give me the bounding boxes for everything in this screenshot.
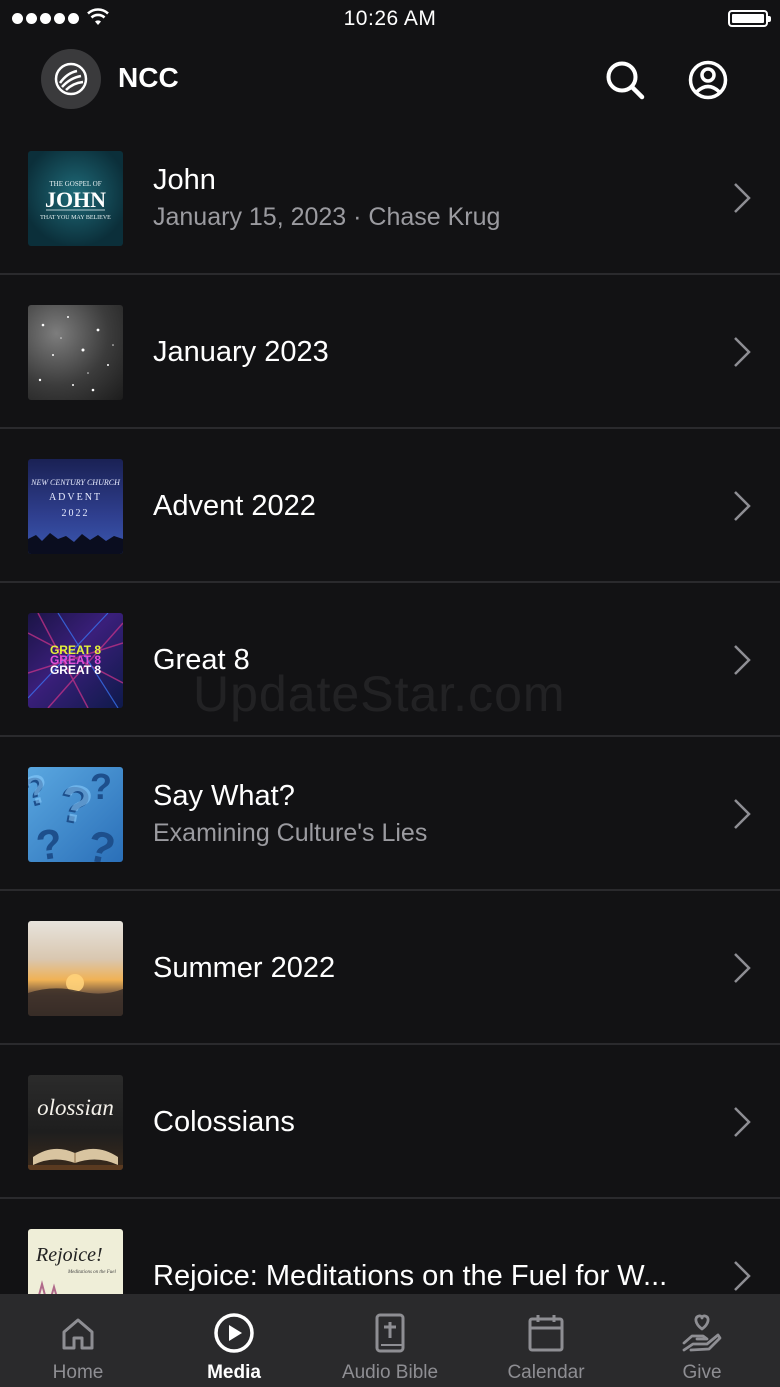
list-item[interactable]: January 2023 — [0, 275, 780, 429]
series-title: Rejoice: Meditations on the Fuel for W..… — [153, 1259, 668, 1292]
svg-text:?: ? — [28, 767, 54, 815]
series-subtitle: January 15, 2023 · Chase Krug — [153, 203, 501, 231]
list-item[interactable]: ? ? ? ? ? ? ? Say What? Examining Cultur… — [0, 737, 780, 891]
thumb-text: JOHN — [45, 187, 106, 212]
tab-home[interactable]: Home — [0, 1294, 156, 1387]
church-logo[interactable] — [41, 49, 101, 109]
calendar-icon — [528, 1315, 564, 1352]
chevron-right-icon — [734, 799, 751, 829]
bible-icon — [375, 1313, 405, 1353]
tab-give[interactable]: Give — [624, 1294, 780, 1387]
series-subtitle: Examining Culture's Lies — [153, 819, 428, 847]
thumb-text: NEW CENTURY CHURCH — [30, 478, 121, 487]
series-title: January 2023 — [153, 335, 329, 368]
thumb-text: THAT YOU MAY BELIEVE — [40, 215, 111, 221]
series-title: Summer 2022 — [153, 951, 336, 984]
list-item[interactable]: Summer 2022 — [0, 891, 780, 1045]
chevron-right-icon — [734, 1261, 751, 1291]
thumb-text: Meditations on the Fuel — [67, 1270, 117, 1275]
tab-media[interactable]: Media — [156, 1294, 312, 1387]
series-title: Advent 2022 — [153, 489, 316, 522]
battery-icon — [728, 10, 771, 27]
thumb-text: Rejoice! — [35, 1244, 103, 1266]
list-item[interactable]: GREAT 8 GREAT 8 GREAT 8 Great 8 — [0, 583, 780, 737]
series-thumbnail: NEW CENTURY CHURCH ADVENT 2022 — [28, 459, 123, 554]
logo-icon — [54, 62, 88, 96]
chevron-right-icon — [734, 953, 751, 983]
search-button[interactable] — [601, 56, 649, 104]
series-thumbnail: olossian — [28, 1075, 123, 1170]
status-time: 10:26 AM — [343, 7, 437, 30]
media-series-list: THE GOSPEL OF JOHN THAT YOU MAY BELIEVE … — [0, 121, 780, 1353]
chevron-right-icon — [734, 337, 751, 367]
tab-label: Calendar — [507, 1362, 585, 1383]
series-thumbnail — [28, 305, 123, 400]
list-item[interactable]: olossian Colossians — [0, 1045, 780, 1199]
thumb-text: 2022 — [62, 508, 90, 519]
tab-label: Audio Bible — [341, 1362, 439, 1383]
play-circle-icon — [214, 1313, 254, 1353]
chevron-right-icon — [734, 183, 751, 213]
app-header: NCC — [0, 44, 780, 116]
profile-button[interactable] — [684, 56, 732, 104]
thumb-text: ADVENT — [49, 492, 102, 503]
page-title: NCC — [118, 62, 179, 93]
status-bar: 10:26 AM — [0, 0, 780, 40]
list-item[interactable]: THE GOSPEL OF JOHN THAT YOU MAY BELIEVE … — [0, 121, 780, 275]
series-title: John — [153, 164, 216, 196]
series-thumbnail — [28, 921, 123, 1016]
thumb-text: olossian — [37, 1095, 114, 1120]
tab-label: Home — [52, 1362, 104, 1383]
tab-label: Give — [682, 1362, 722, 1383]
series-title: Colossians — [153, 1105, 295, 1138]
give-icon — [682, 1314, 722, 1352]
series-thumbnail: ? ? ? ? ? ? ? — [28, 767, 123, 862]
chevron-right-icon — [734, 1107, 751, 1137]
series-thumbnail: GREAT 8 GREAT 8 GREAT 8 — [28, 613, 123, 708]
chevron-right-icon — [734, 491, 751, 521]
tab-calendar[interactable]: Calendar — [468, 1294, 624, 1387]
series-thumbnail: THE GOSPEL OF JOHN THAT YOU MAY BELIEVE — [28, 151, 123, 246]
thumb-text: GREAT 8 — [50, 663, 101, 677]
series-title: Great 8 — [153, 643, 250, 676]
list-item[interactable]: NEW CENTURY CHURCH ADVENT 2022 Advent 20… — [0, 429, 780, 583]
tab-label: Media — [207, 1362, 261, 1383]
home-icon — [62, 1318, 94, 1350]
tab-audio-bible[interactable]: Audio Bible — [312, 1294, 468, 1387]
chevron-right-icon — [734, 645, 751, 675]
search-icon — [606, 61, 645, 100]
series-title: Say What? — [153, 780, 295, 812]
tab-bar: Home Media Audio Bible Calendar Give — [0, 1294, 780, 1387]
user-icon — [688, 60, 728, 100]
